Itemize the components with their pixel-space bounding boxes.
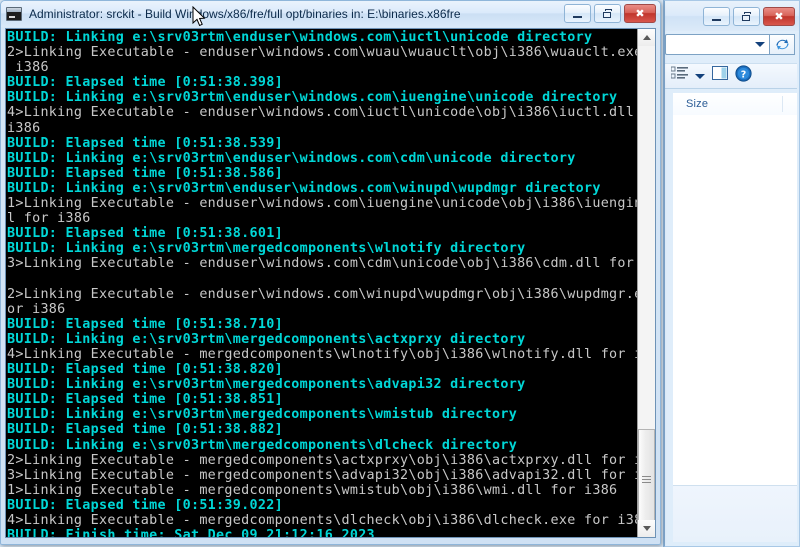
scrollbar-track[interactable]	[638, 46, 655, 529]
explorer-details-pane	[673, 486, 797, 542]
console-line: 4>Linking Executable - mergedcomponents\…	[7, 346, 637, 362]
console-line: BUILD: Finish time: Sat Dec 09 21:12:16 …	[7, 528, 375, 537]
console-line: 3>Linking Executable - mergedcomponents\…	[7, 467, 637, 483]
console-output-text[interactable]: BUILD: Linking e:\srv03rtm\enduser\windo…	[6, 29, 637, 537]
close-icon: ✖	[635, 7, 645, 20]
console-line: 2>Linking Executable - enduser\windows.c…	[7, 45, 637, 61]
scroll-down-arrow[interactable]	[638, 520, 655, 537]
maximize-icon	[741, 12, 752, 21]
preview-pane-icon	[712, 66, 728, 80]
console-scrollbar[interactable]	[637, 29, 655, 537]
triangle-up-icon	[642, 35, 651, 40]
console-line: BUILD: Elapsed time [0:51:39.022]	[7, 497, 283, 513]
console-line: BUILD: Elapsed time [0:51:38.586]	[7, 165, 283, 181]
explorer-window-controls: ✖	[703, 7, 795, 26]
explorer-address-row	[665, 33, 795, 56]
console-line: BUILD: Linking e:\srv03rtm\enduser\windo…	[7, 30, 593, 45]
refresh-icon	[775, 39, 789, 50]
help-icon: ?	[735, 65, 752, 82]
console-line: BUILD: Elapsed time [0:51:38.820]	[7, 362, 283, 378]
console-minimize-button[interactable]	[564, 4, 591, 23]
console-line: 2>Linking Executable - enduser\windows.c…	[7, 286, 637, 302]
svg-text:?: ?	[741, 69, 747, 80]
close-icon: ✖	[774, 10, 784, 23]
console-line: BUILD: Linking e:\srv03rtm\mergedcompone…	[7, 241, 526, 257]
console-window[interactable]: Administrator: srckit - Build Windows/x8…	[0, 0, 661, 545]
views-icon	[670, 66, 688, 79]
explorer-minimize-button[interactable]	[703, 7, 730, 26]
explorer-window[interactable]: ✖ ? Size	[663, 0, 800, 547]
console-line: BUILD: Linking e:\srv03rtm\enduser\windo…	[7, 180, 601, 196]
console-line: i386	[7, 120, 41, 136]
console-title-bar[interactable]: Administrator: srckit - Build Windows/x8…	[1, 1, 660, 27]
console-line: BUILD: Linking e:\srv03rtm\mergedcompone…	[7, 437, 518, 453]
explorer-window-frame: ✖ ? Size	[664, 0, 800, 547]
chevron-down-icon[interactable]	[755, 42, 765, 47]
minimize-icon	[712, 18, 721, 21]
console-line: 1>Linking Executable - enduser\windows.c…	[7, 196, 637, 212]
views-dropdown-icon[interactable]	[695, 73, 705, 79]
help-button[interactable]: ?	[735, 65, 752, 87]
scroll-up-arrow[interactable]	[638, 29, 655, 46]
console-restore-button[interactable]	[594, 4, 621, 23]
console-line: BUILD: Linking e:\srv03rtm\mergedcompone…	[7, 377, 526, 393]
console-line: BUILD: Elapsed time [0:51:38.601]	[7, 226, 283, 242]
console-line: 4>Linking Executable - enduser\windows.c…	[7, 105, 637, 121]
explorer-close-button[interactable]: ✖	[763, 7, 795, 26]
console-line: BUILD: Elapsed time [0:51:38.851]	[7, 392, 283, 408]
console-client-area[interactable]: BUILD: Linking e:\srv03rtm\enduser\windo…	[5, 28, 656, 538]
console-line: 4>Linking Executable - mergedcomponents\…	[7, 513, 637, 528]
desktop-screen: ✖ ? Size Administrator: srckit - Build W…	[0, 0, 800, 547]
explorer-title-bar[interactable]: ✖	[665, 1, 799, 31]
refresh-button[interactable]	[770, 34, 795, 55]
column-header-size[interactable]: Size	[673, 98, 708, 110]
console-line: or i386	[7, 301, 66, 317]
console-line: i386	[7, 60, 49, 76]
minimize-icon	[573, 15, 582, 18]
console-title: Administrator: srckit - Build Windows/x8…	[29, 7, 461, 21]
console-line: BUILD: Elapsed time [0:51:38.539]	[7, 135, 283, 151]
console-line: 1>Linking Executable - mergedcomponents\…	[7, 482, 618, 498]
column-separator[interactable]	[782, 96, 783, 112]
explorer-toolbar: ?	[665, 63, 797, 89]
triangle-down-icon	[642, 526, 651, 531]
console-line: BUILD: Linking e:\srv03rtm\mergedcompone…	[7, 331, 526, 347]
console-line: BUILD: Linking e:\srv03rtm\enduser\windo…	[7, 150, 576, 166]
console-line: BUILD: Elapsed time [0:51:38.882]	[7, 422, 283, 438]
address-bar[interactable]	[665, 34, 770, 55]
console-line: 2>Linking Executable - mergedcomponents\…	[7, 452, 637, 468]
console-line: BUILD: Linking e:\srv03rtm\enduser\windo…	[7, 90, 618, 106]
preview-pane-button[interactable]	[712, 66, 728, 86]
restore-icon	[602, 9, 613, 18]
console-line: BUILD: Linking e:\srv03rtm\mergedcompone…	[7, 407, 518, 423]
console-icon	[6, 7, 22, 21]
scrollbar-thumb[interactable]	[638, 429, 655, 529]
explorer-file-list[interactable]	[673, 115, 797, 486]
scrollbar-grip-icon	[642, 474, 651, 485]
views-button[interactable]	[670, 66, 688, 86]
console-line: BUILD: Elapsed time [0:51:38.710]	[7, 316, 283, 332]
console-close-button[interactable]: ✖	[624, 4, 656, 23]
console-line: l for i386	[7, 211, 91, 227]
console-line: 3>Linking Executable - enduser\windows.c…	[7, 256, 637, 272]
console-line: BUILD: Elapsed time [0:51:38.398]	[7, 75, 283, 91]
explorer-column-header[interactable]: Size	[673, 93, 797, 116]
console-window-controls: ✖	[564, 4, 656, 23]
explorer-maximize-button[interactable]	[733, 7, 760, 26]
